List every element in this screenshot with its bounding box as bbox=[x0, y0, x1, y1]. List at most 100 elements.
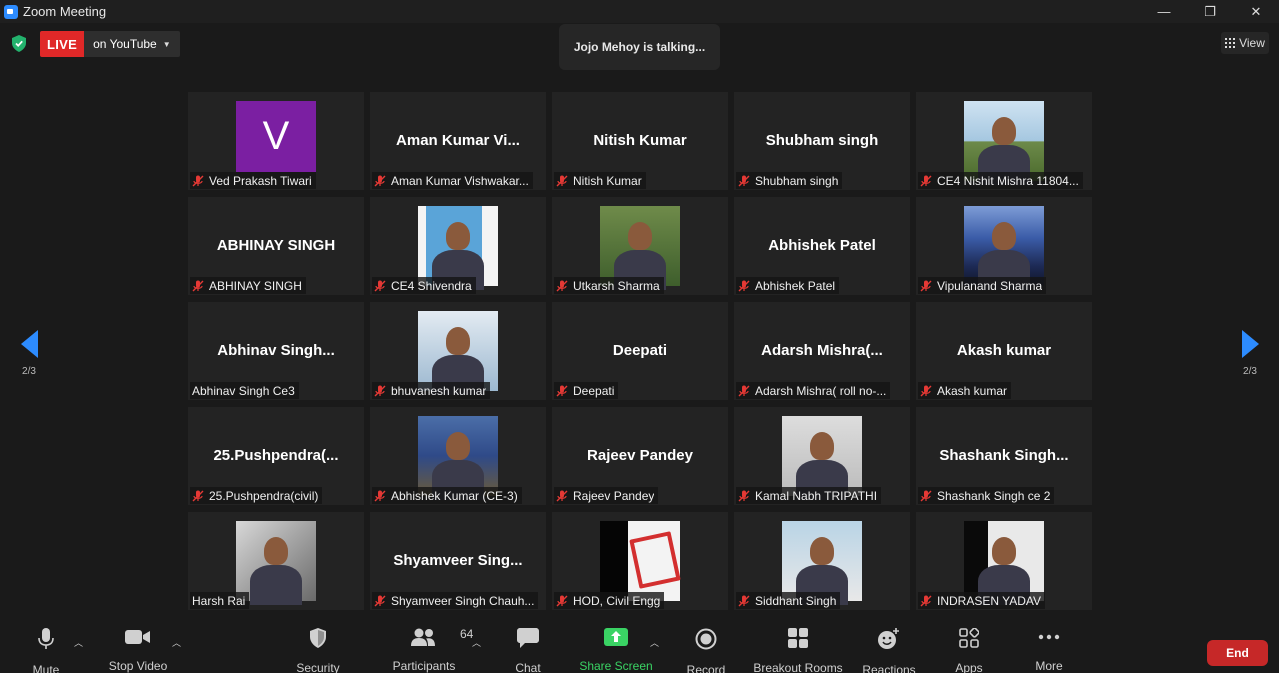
participant-tile[interactable]: ABHINAY SINGH ABHINAY SINGH bbox=[188, 197, 364, 295]
security-button[interactable]: Security bbox=[293, 628, 343, 673]
share-screen-button[interactable]: Share Screen bbox=[579, 628, 653, 673]
participant-tile[interactable]: Shubham singh Shubham singh bbox=[734, 92, 910, 190]
participant-tile[interactable]: Deepati Deepati bbox=[552, 302, 728, 400]
participant-display-name: Shyamveer Sing... bbox=[393, 552, 523, 569]
mute-button[interactable]: Mute bbox=[26, 628, 66, 673]
participant-name-label: INDRASEN YADAV bbox=[918, 592, 1046, 609]
reactions-button[interactable]: Reactions bbox=[860, 628, 918, 673]
encryption-shield-icon[interactable] bbox=[11, 35, 27, 52]
participant-tile[interactable]: Utkarsh Sharma bbox=[552, 197, 728, 295]
participant-tile[interactable]: INDRASEN YADAV bbox=[916, 512, 1092, 610]
apps-label: Apps bbox=[955, 661, 983, 673]
participant-name: Utkarsh Sharma bbox=[573, 278, 660, 293]
participant-tile[interactable]: 25.Pushpendra(... 25.Pushpendra(civil) bbox=[188, 407, 364, 505]
participant-name-label: Shubham singh bbox=[736, 172, 843, 189]
video-options-chevron-icon[interactable]: ︿ bbox=[172, 636, 181, 649]
participant-avatar: V bbox=[236, 101, 316, 172]
live-badge: LIVE bbox=[40, 31, 85, 57]
participant-name-label: Vipulanand Sharma bbox=[918, 277, 1047, 294]
participant-photo bbox=[964, 101, 1044, 185]
participant-name: Rajeev Pandey bbox=[573, 488, 655, 503]
muted-microphone-icon bbox=[920, 595, 932, 607]
participant-tile[interactable]: CE4 Nishit Mishra 11804... bbox=[916, 92, 1092, 190]
participant-display-name: ABHINAY SINGH bbox=[216, 237, 336, 254]
participant-tile[interactable]: HOD, Civil Engg bbox=[552, 512, 728, 610]
participant-tile[interactable]: Abhishek Kumar (CE-3) bbox=[370, 407, 546, 505]
participant-tile[interactable]: Abhinav Singh... Abhinav Singh Ce3 bbox=[188, 302, 364, 400]
record-button[interactable]: Record bbox=[685, 628, 727, 673]
participant-name-label: CE4 Shivendra bbox=[372, 277, 476, 294]
apps-button[interactable]: Apps bbox=[950, 628, 988, 673]
breakout-rooms-button[interactable]: Breakout Rooms bbox=[752, 628, 844, 673]
participant-tile[interactable]: Rajeev Pandey Rajeev Pandey bbox=[552, 407, 728, 505]
participant-tile[interactable]: Harsh Rai bbox=[188, 512, 364, 610]
participant-display-name: 25.Pushpendra(... bbox=[213, 447, 339, 464]
participant-display-name: Abhinav Singh... bbox=[217, 342, 335, 359]
participant-name-label: Rajeev Pandey bbox=[554, 487, 659, 504]
stream-target-dropdown[interactable]: on YouTube ▼ bbox=[84, 31, 180, 57]
end-meeting-button[interactable]: End bbox=[1207, 640, 1268, 666]
more-dots-icon bbox=[1038, 628, 1060, 646]
participant-name-label: Deepati bbox=[554, 382, 619, 399]
minimize-button[interactable]: — bbox=[1141, 0, 1187, 23]
muted-microphone-icon bbox=[920, 280, 932, 292]
participant-tile[interactable]: Siddhant Singh bbox=[734, 512, 910, 610]
participant-name: Abhishek Kumar (CE-3) bbox=[391, 488, 518, 503]
muted-microphone-icon bbox=[738, 595, 750, 607]
participant-name: Shyamveer Singh Chauh... bbox=[391, 593, 535, 608]
participants-button[interactable]: 64 Participants bbox=[390, 627, 474, 673]
muted-microphone-icon bbox=[556, 490, 568, 502]
gallery-grid: V Ved Prakash Tiwari Aman Kumar Vi... Aman … bbox=[188, 92, 1092, 610]
more-button[interactable]: More bbox=[1030, 628, 1068, 673]
reactions-label: Reactions bbox=[862, 663, 916, 673]
participant-tile[interactable]: bhuvanesh kumar bbox=[370, 302, 546, 400]
participant-photo bbox=[782, 521, 862, 605]
participant-name: Aman Kumar Vishwakar... bbox=[391, 173, 529, 188]
participant-tile[interactable]: Nitish Kumar Nitish Kumar bbox=[552, 92, 728, 190]
participant-tile[interactable]: Shyamveer Sing... Shyamveer Singh Chauh..… bbox=[370, 512, 546, 610]
participant-tile[interactable]: Abhishek Patel Abhishek Patel bbox=[734, 197, 910, 295]
caret-down-icon: ▼ bbox=[162, 39, 171, 49]
participant-name-label: bhuvanesh kumar bbox=[372, 382, 491, 399]
muted-microphone-icon bbox=[192, 175, 204, 187]
participant-tile[interactable]: Kamal Nabh TRIPATHI bbox=[734, 407, 910, 505]
muted-microphone-icon bbox=[738, 280, 750, 292]
video-camera-icon bbox=[125, 628, 151, 646]
live-stream-indicator[interactable]: LIVE on YouTube ▼ bbox=[40, 31, 180, 57]
participant-tile[interactable]: Aman Kumar Vi... Aman Kumar Vishwakar... bbox=[370, 92, 546, 190]
maximize-button[interactable]: ❐ bbox=[1187, 0, 1233, 23]
participant-name: INDRASEN YADAV bbox=[937, 593, 1042, 608]
next-page-button[interactable]: 2/3 bbox=[1221, 309, 1279, 397]
arrow-left-icon bbox=[20, 329, 38, 358]
participant-photo bbox=[782, 416, 862, 500]
view-button[interactable]: View bbox=[1221, 32, 1269, 54]
participant-display-name: Deepati bbox=[612, 342, 668, 359]
stop-video-button[interactable]: Stop Video bbox=[107, 628, 169, 673]
participant-tile[interactable]: Shashank Singh... Shashank Singh ce 2 bbox=[916, 407, 1092, 505]
security-shield-icon bbox=[309, 628, 327, 648]
chat-button[interactable]: Chat bbox=[511, 628, 545, 673]
participant-name-label: Abhishek Kumar (CE-3) bbox=[372, 487, 522, 504]
participant-tile[interactable]: CE4 Shivendra bbox=[370, 197, 546, 295]
participant-name-label: Nitish Kumar bbox=[554, 172, 646, 189]
previous-page-button[interactable]: 2/3 bbox=[0, 309, 58, 397]
participant-name: Ved Prakash Tiwari bbox=[209, 173, 312, 188]
zoom-window: Zoom Meeting — ❐ ✕ LIVE on YouTube ▼ Joj… bbox=[0, 0, 1279, 673]
stop-video-label: Stop Video bbox=[108, 659, 168, 673]
audio-options-chevron-icon[interactable]: ︿ bbox=[74, 636, 83, 649]
zoom-logo-icon bbox=[4, 4, 18, 19]
participant-tile[interactable]: Vipulanand Sharma bbox=[916, 197, 1092, 295]
participant-name-label: Abhinav Singh Ce3 bbox=[190, 382, 299, 399]
share-options-chevron-icon[interactable]: ︿ bbox=[650, 636, 659, 649]
participant-name-label: Shashank Singh ce 2 bbox=[918, 487, 1055, 504]
close-button[interactable]: ✕ bbox=[1233, 0, 1279, 23]
participant-tile[interactable]: Akash kumar Akash kumar bbox=[916, 302, 1092, 400]
participant-photo bbox=[964, 206, 1044, 290]
participant-name-label: Harsh Rai bbox=[190, 592, 250, 609]
participant-tile[interactable]: V Ved Prakash Tiwari bbox=[188, 92, 364, 190]
participant-tile[interactable]: Adarsh Mishra(... Adarsh Mishra( roll no-… bbox=[734, 302, 910, 400]
participant-name-label: Ved Prakash Tiwari bbox=[190, 172, 316, 189]
participant-name: ABHINAY SINGH bbox=[209, 278, 302, 293]
participants-options-chevron-icon[interactable]: ︿ bbox=[472, 636, 481, 649]
muted-microphone-icon bbox=[920, 490, 932, 502]
